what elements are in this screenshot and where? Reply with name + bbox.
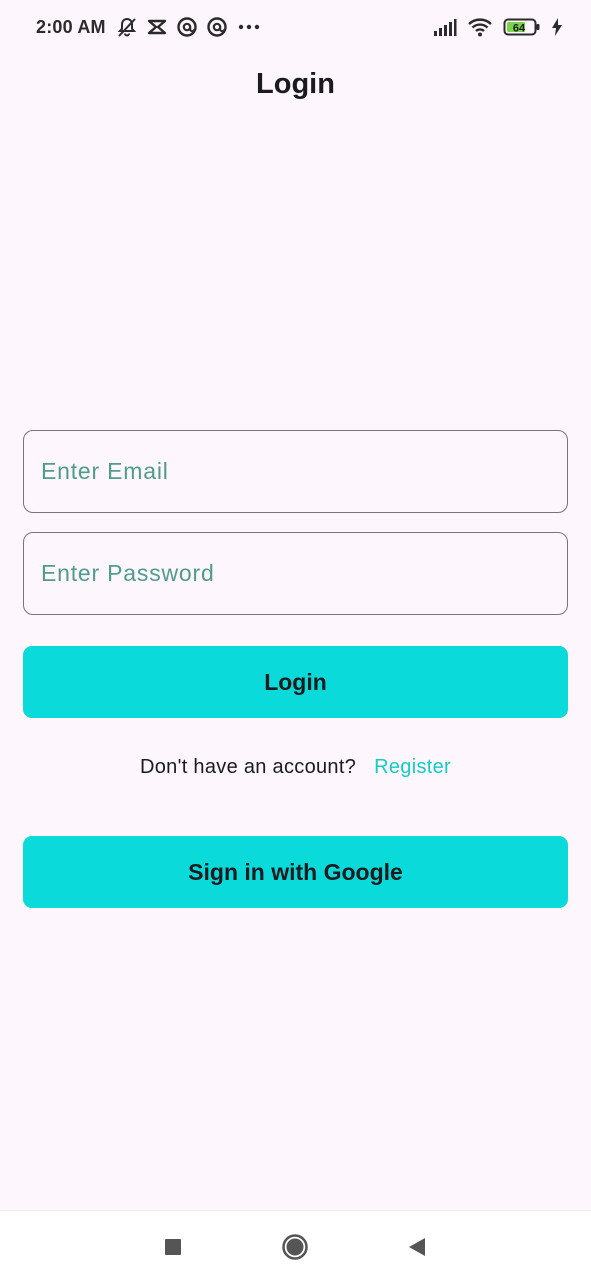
status-time: 2:00 AM	[36, 16, 106, 37]
notification-icons	[116, 16, 262, 38]
register-row: Don't have an account? Register	[0, 756, 591, 779]
more-dots-icon	[236, 16, 262, 38]
register-link[interactable]: Register	[374, 756, 451, 779]
status-right: 64	[433, 16, 563, 38]
signal-icon	[433, 17, 457, 37]
google-sign-in-button[interactable]: Sign in with Google	[23, 836, 568, 908]
at-sign-icon	[176, 16, 198, 38]
capcut-icon	[146, 16, 168, 38]
email-input[interactable]	[41, 458, 550, 485]
status-left: 2:00 AM	[36, 16, 262, 38]
battery-icon: 64	[503, 17, 541, 37]
password-input[interactable]	[41, 560, 550, 587]
charging-icon	[551, 17, 563, 37]
email-field[interactable]	[23, 430, 568, 513]
page-title: Login	[256, 68, 335, 100]
status-bar: 2:00 AM 64	[0, 0, 591, 54]
register-prompt: Don't have an account?	[140, 756, 357, 778]
login-screen: 2:00 AM 64 Login Enter Email Login Don't…	[0, 0, 591, 1280]
password-field[interactable]	[23, 532, 568, 615]
recent-apps-icon[interactable]	[159, 1233, 187, 1261]
login-button[interactable]: Login	[23, 646, 568, 718]
navigation-bar	[0, 1210, 591, 1280]
wifi-icon	[467, 16, 493, 38]
battery-level: 64	[513, 22, 526, 34]
back-icon[interactable]	[403, 1233, 431, 1261]
at-sign-icon	[206, 16, 228, 38]
home-icon[interactable]	[281, 1233, 309, 1261]
muted-bell-icon	[116, 16, 138, 38]
